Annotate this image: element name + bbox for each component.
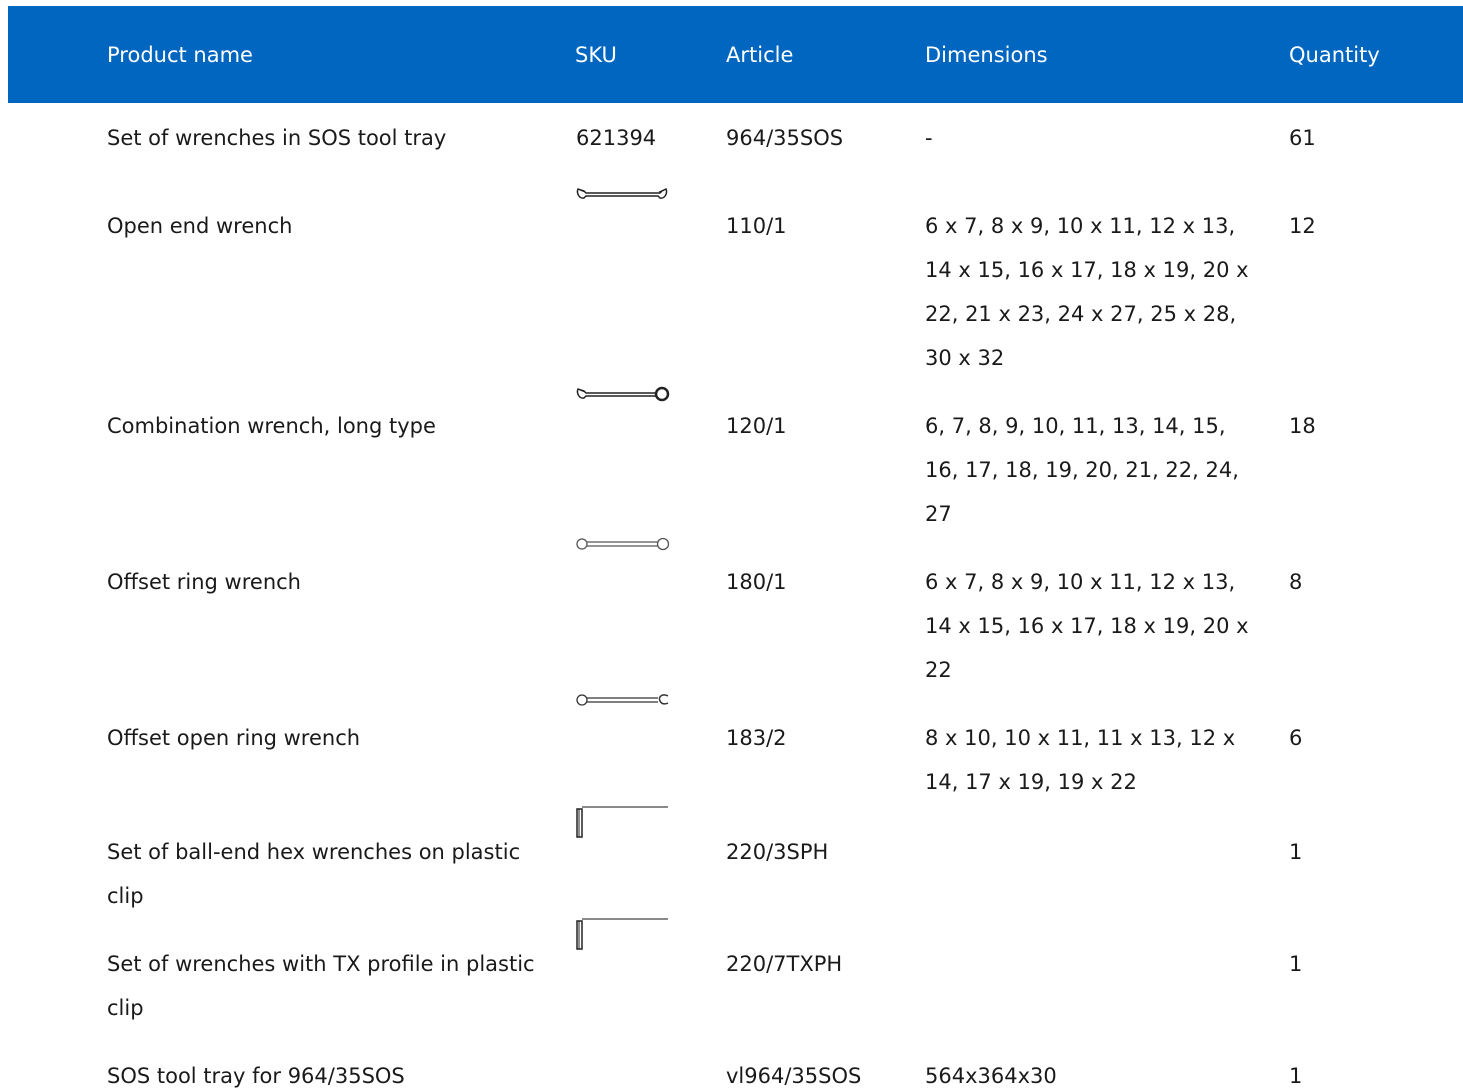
article-cell: 120/1	[726, 414, 787, 438]
column-header-article[interactable]: Article	[726, 42, 793, 68]
product-name-cell: Set of wrenches in SOS tool tray	[107, 126, 447, 150]
article-cell: 220/3SPH	[726, 840, 829, 864]
article-cell: vl964/35SOS	[726, 1064, 862, 1088]
dimensions-cell: 6, 7, 8, 9, 10, 11, 13, 14, 15, 16, 17, …	[925, 414, 1239, 526]
dimensions-cell: 8 x 10, 10 x 11, 11 x 13, 12 x 14, 17 x …	[925, 726, 1236, 794]
article-cell: 180/1	[726, 570, 787, 594]
sku-cell: 621394	[576, 126, 657, 150]
product-name-cell: SOS tool tray for 964/35SOS	[107, 1064, 405, 1088]
quantity-cell: 1	[1289, 1064, 1303, 1088]
dimensions-cell: 564x364x30	[925, 1064, 1057, 1088]
column-header-quantity[interactable]: Quantity	[1289, 42, 1380, 68]
article-cell: 110/1	[726, 214, 787, 238]
tx-key-icon	[576, 918, 668, 950]
product-name-cell: Set of ball-end hex wrenches on plastic …	[107, 840, 521, 908]
dimensions-cell: -	[925, 126, 933, 150]
combination-wrench-icon	[576, 386, 670, 402]
quantity-cell: 12	[1289, 214, 1316, 238]
quantity-cell: 6	[1289, 726, 1303, 750]
offset-open-ring-wrench-icon	[576, 694, 669, 706]
quantity-cell: 18	[1289, 414, 1316, 438]
dimensions-cell: 6 x 7, 8 x 9, 10 x 11, 12 x 13, 14 x 15,…	[925, 214, 1249, 370]
column-header-dimensions[interactable]: Dimensions	[925, 42, 1048, 68]
quantity-cell: 61	[1289, 126, 1316, 150]
article-cell: 220/7TXPH	[726, 952, 843, 976]
article-cell: 183/2	[726, 726, 787, 750]
open-end-wrench-icon	[576, 187, 668, 199]
hex-key-icon	[576, 806, 668, 838]
offset-ring-wrench-icon	[576, 537, 670, 551]
article-cell: 964/35SOS	[726, 126, 844, 150]
column-header-sku[interactable]: SKU	[575, 42, 617, 68]
product-name-cell: Set of wrenches with TX profile in plast…	[107, 952, 535, 1020]
quantity-cell: 1	[1289, 952, 1303, 976]
product-name-cell: Offset ring wrench	[107, 570, 301, 594]
product-name-cell: Combination wrench, long type	[107, 414, 436, 438]
product-name-cell: Open end wrench	[107, 214, 293, 238]
dimensions-cell: 6 x 7, 8 x 9, 10 x 11, 12 x 13, 14 x 15,…	[925, 570, 1249, 682]
quantity-cell: 8	[1289, 570, 1303, 594]
column-header-product-name[interactable]: Product name	[107, 42, 253, 68]
quantity-cell: 1	[1289, 840, 1303, 864]
table-header: Product name SKU Article Dimensions Quan…	[8, 6, 1463, 103]
product-table: Product name SKU Article Dimensions Quan…	[0, 0, 1463, 1090]
product-name-cell: Offset open ring wrench	[107, 726, 361, 750]
